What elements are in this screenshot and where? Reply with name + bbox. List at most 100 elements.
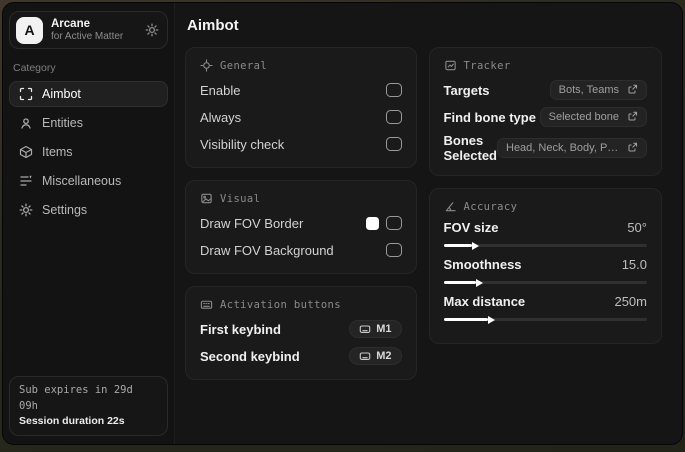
section-title-tracker: Tracker bbox=[463, 59, 511, 72]
setting-row-always: Always bbox=[200, 106, 402, 128]
setting-label: Targets bbox=[443, 82, 490, 98]
select-value: Bots, Teams bbox=[558, 84, 619, 96]
slider-fill bbox=[443, 281, 477, 284]
sidebar: A Arcane for Active Matter Category Aimb… bbox=[3, 3, 175, 444]
angle-icon bbox=[444, 200, 457, 213]
app-logo: A bbox=[16, 16, 43, 44]
first-keybind-button[interactable]: M1 bbox=[349, 320, 402, 338]
second-keybind-button[interactable]: M2 bbox=[349, 347, 402, 365]
setting-label: Enable bbox=[200, 82, 241, 98]
max-distance-slider[interactable] bbox=[443, 318, 647, 321]
list-icon bbox=[18, 174, 33, 188]
sidebar-item-label: Miscellaneous bbox=[42, 174, 122, 188]
setting-row-visibility-check: Visibility check bbox=[200, 133, 402, 155]
select-value: Head, Neck, Body, Pe… bbox=[506, 142, 619, 154]
slider-fill bbox=[443, 244, 472, 247]
general-card: General Enable Always Visibility check bbox=[185, 47, 417, 168]
sidebar-item-aimbot[interactable]: Aimbot bbox=[9, 81, 168, 107]
expand-icon bbox=[626, 111, 638, 123]
slider-fill bbox=[443, 318, 489, 321]
tracker-icon bbox=[444, 59, 457, 72]
image-icon bbox=[200, 192, 213, 205]
keyboard-icon bbox=[200, 298, 213, 311]
setting-label: Visibility check bbox=[200, 136, 285, 152]
app-subtitle: for Active Matter bbox=[51, 30, 124, 42]
setting-row-targets: Targets Bots, Teams bbox=[444, 79, 647, 101]
visibility-check-checkbox[interactable] bbox=[385, 137, 402, 151]
subscription-card: Sub expires in 29d 09h Session duration … bbox=[9, 376, 168, 436]
scan-icon bbox=[18, 87, 33, 101]
section-title-activation: Activation buttons bbox=[220, 298, 341, 311]
section-title-general: General bbox=[220, 59, 268, 72]
person-icon bbox=[18, 116, 33, 130]
gear-icon[interactable] bbox=[145, 23, 159, 37]
fov-size-slider-group: FOV size 50° bbox=[443, 220, 647, 247]
setting-row-enable: Enable bbox=[200, 79, 402, 101]
draw-fov-border-checkbox[interactable] bbox=[385, 216, 402, 230]
gear-icon bbox=[18, 203, 33, 217]
crosshair-icon bbox=[200, 59, 213, 72]
brand-card: A Arcane for Active Matter bbox=[9, 11, 168, 49]
sidebar-item-label: Items bbox=[42, 145, 73, 159]
tracker-card: Tracker Targets Bots, Teams Find bone ty… bbox=[428, 47, 662, 176]
setting-row-draw-fov-background: Draw FOV Background bbox=[200, 239, 402, 261]
sidebar-item-miscellaneous[interactable]: Miscellaneous bbox=[9, 168, 168, 194]
setting-row-find-bone-type: Find bone type Selected bone bbox=[444, 106, 647, 128]
page-title: Aimbot bbox=[187, 17, 239, 34]
setting-label: Always bbox=[200, 109, 242, 125]
cube-icon bbox=[18, 145, 33, 159]
key-icon bbox=[359, 323, 371, 335]
slider-value: 50° bbox=[627, 220, 647, 235]
smoothness-slider-group: Smoothness 15.0 bbox=[443, 257, 647, 284]
main-content: Aimbot General Enable Always Visibility … bbox=[175, 3, 682, 444]
setting-row-second-keybind: Second keybind M2 bbox=[200, 345, 402, 367]
setting-label: Draw FOV Background bbox=[200, 242, 334, 258]
setting-label: Draw FOV Border bbox=[200, 215, 304, 231]
max-distance-slider-group: Max distance 250m bbox=[443, 294, 647, 321]
app-window: A Arcane for Active Matter Category Aimb… bbox=[2, 2, 683, 445]
setting-label: First keybind bbox=[200, 321, 281, 337]
enable-checkbox[interactable] bbox=[385, 83, 402, 97]
fov-size-slider[interactable] bbox=[443, 244, 647, 247]
sidebar-item-settings[interactable]: Settings bbox=[9, 197, 168, 223]
slider-value: 15.0 bbox=[621, 257, 647, 272]
always-checkbox[interactable] bbox=[385, 110, 402, 124]
section-title-accuracy: Accuracy bbox=[463, 200, 518, 213]
smoothness-slider[interactable] bbox=[443, 281, 647, 284]
setting-row-first-keybind: First keybind M1 bbox=[200, 318, 402, 340]
category-nav: Aimbot Entities Items Miscellaneous Sett… bbox=[9, 81, 168, 223]
slider-label: Max distance bbox=[443, 294, 526, 309]
draw-fov-background-checkbox[interactable] bbox=[385, 243, 402, 257]
find-bone-type-select[interactable]: Selected bone bbox=[539, 107, 647, 127]
setting-label: Second keybind bbox=[200, 348, 300, 364]
expand-icon bbox=[626, 84, 638, 96]
slider-value: 250m bbox=[614, 294, 647, 309]
accuracy-card: Accuracy FOV size 50° Smoothness 15.0 Ma… bbox=[428, 188, 662, 344]
sidebar-item-entities[interactable]: Entities bbox=[9, 110, 168, 136]
session-duration-text: Session duration 22s bbox=[19, 414, 125, 427]
app-name: Arcane bbox=[51, 17, 90, 30]
keybind-value: M2 bbox=[376, 350, 392, 362]
setting-row-draw-fov-border: Draw FOV Border bbox=[200, 212, 402, 234]
activation-card: Activation buttons First keybind M1 Seco… bbox=[185, 286, 417, 380]
setting-row-bones-selected: Bones Selected Head, Neck, Body, Pe… bbox=[444, 133, 647, 163]
visual-card: Visual Draw FOV Border Draw FOV Backgrou… bbox=[185, 180, 417, 274]
fov-border-color-swatch[interactable] bbox=[365, 216, 379, 230]
category-label: Category bbox=[13, 62, 56, 74]
select-value: Selected bone bbox=[548, 111, 619, 123]
bones-selected-select[interactable]: Head, Neck, Body, Pe… bbox=[497, 138, 647, 158]
sidebar-item-label: Entities bbox=[42, 116, 83, 130]
section-title-visual: Visual bbox=[220, 192, 261, 205]
expand-icon bbox=[626, 142, 638, 154]
key-icon bbox=[359, 350, 371, 362]
setting-label: Find bone type bbox=[443, 109, 536, 125]
sidebar-item-label: Aimbot bbox=[42, 87, 81, 101]
keybind-value: M1 bbox=[376, 323, 392, 335]
sidebar-item-label: Settings bbox=[42, 203, 88, 217]
slider-label: FOV size bbox=[443, 220, 499, 235]
setting-label: Bones Selected bbox=[443, 133, 497, 163]
targets-select[interactable]: Bots, Teams bbox=[549, 80, 647, 100]
sidebar-item-items[interactable]: Items bbox=[9, 139, 168, 165]
slider-label: Smoothness bbox=[443, 257, 522, 272]
sub-expiry-text: Sub expires in 29d 09h bbox=[19, 384, 133, 412]
